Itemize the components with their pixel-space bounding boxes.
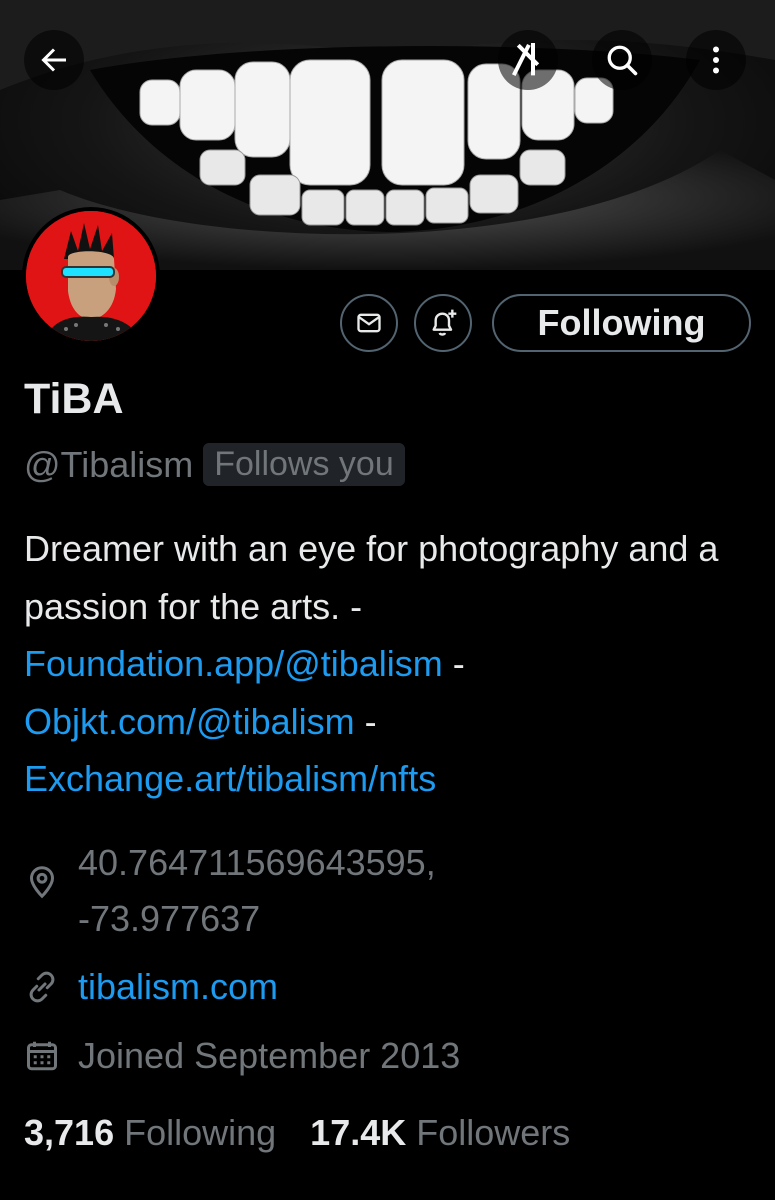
location-pin-icon bbox=[29, 866, 55, 899]
more-options-button[interactable] bbox=[686, 30, 746, 90]
link-icon bbox=[29, 971, 55, 1003]
more-vertical-icon bbox=[713, 46, 719, 74]
display-name: TiBA bbox=[24, 375, 124, 423]
follow-counts: 3,716 Following 17.4K Followers bbox=[24, 1112, 570, 1154]
location-row: 40.764711569643595, -73.977637 bbox=[24, 838, 436, 944]
handle-row: @Tibalism Follows you bbox=[24, 443, 405, 486]
profile-bio: Dreamer with an eye for photography and … bbox=[24, 520, 754, 808]
bio-text: - bbox=[442, 643, 465, 684]
message-button[interactable] bbox=[340, 294, 398, 352]
envelope-icon bbox=[357, 313, 381, 333]
bio-text: Dreamer with an eye for photography and … bbox=[24, 528, 719, 627]
following-button[interactable]: Following bbox=[492, 294, 751, 352]
calendar-icon bbox=[27, 1041, 57, 1071]
bio-text: - bbox=[354, 700, 377, 742]
bio-link-foundation[interactable]: Foundation.app/@tibalism bbox=[24, 643, 443, 684]
joined-date: Joined September 2013 bbox=[78, 1035, 461, 1076]
bell-plus-icon bbox=[432, 309, 457, 336]
joined-row: Joined September 2013 bbox=[24, 1031, 460, 1081]
followers-count-link[interactable]: 17.4K Followers bbox=[310, 1112, 570, 1154]
website-link[interactable]: tibalism.com bbox=[78, 962, 278, 1012]
back-button[interactable] bbox=[24, 30, 84, 90]
grok-button[interactable] bbox=[498, 30, 558, 90]
followers-label: Followers bbox=[416, 1112, 571, 1153]
notifications-button[interactable] bbox=[414, 294, 472, 352]
bio-link-exchange[interactable]: Exchange.art/tibalism/nfts bbox=[24, 758, 436, 799]
arrow-left-icon bbox=[41, 48, 66, 72]
following-count: 3,716 bbox=[24, 1112, 115, 1153]
profile-avatar[interactable] bbox=[22, 207, 160, 345]
location-text-line-1: 40.764711569643595, bbox=[78, 842, 436, 883]
followers-count: 17.4K bbox=[310, 1112, 407, 1153]
location-text-line-2: -73.977637 bbox=[78, 898, 261, 939]
website-row: tibalism.com bbox=[24, 962, 278, 1012]
user-handle: @Tibalism bbox=[24, 443, 194, 485]
search-icon bbox=[607, 45, 638, 76]
bio-link-objkt[interactable]: Objkt.com/@tibalism bbox=[24, 701, 355, 742]
following-label: Following bbox=[124, 1112, 277, 1153]
following-count-link[interactable]: 3,716 Following bbox=[24, 1112, 276, 1154]
grok-icon bbox=[511, 43, 540, 77]
avatar-image bbox=[26, 211, 156, 341]
search-button[interactable] bbox=[592, 30, 652, 90]
follows-you-badge: Follows you bbox=[203, 443, 405, 486]
